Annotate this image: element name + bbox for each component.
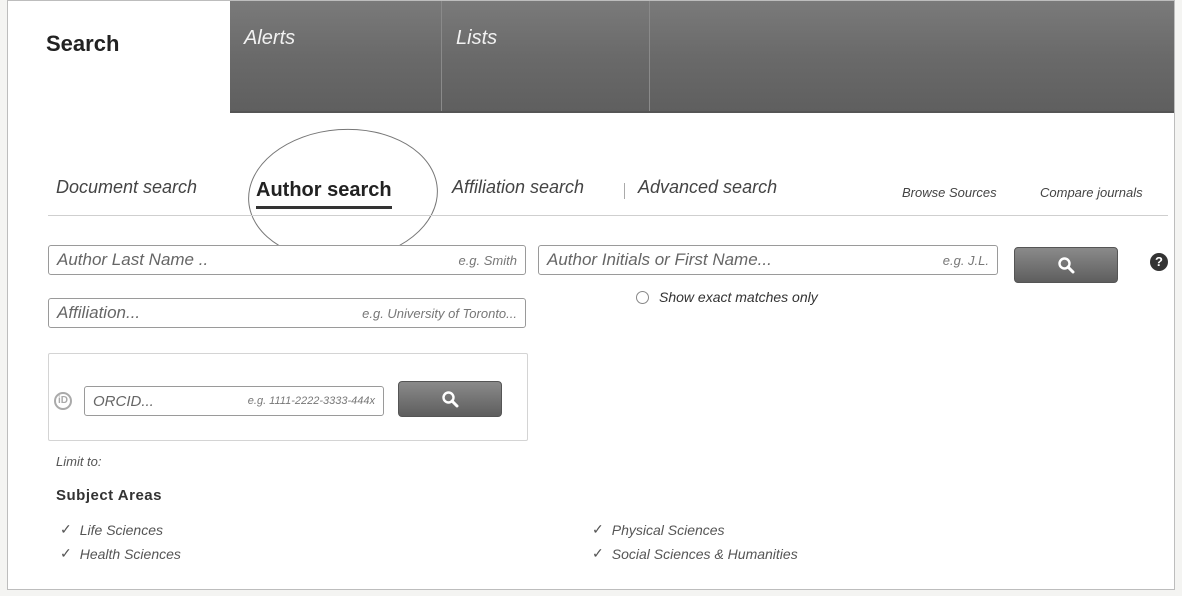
browse-sources-link[interactable]: Browse Sources [902,185,997,200]
compare-journals-link[interactable]: Compare journals [1040,185,1143,200]
subject-physical-sciences[interactable]: ✓ Physical Sciences [592,521,725,538]
last-name-placeholder: Author Last Name .. [57,250,209,269]
divider [48,215,1168,216]
tab-search-label: Search [46,31,120,56]
affiliation-input[interactable]: Affiliation... e.g. University of Toront… [48,298,526,328]
exact-matches-label: Show exact matches only [659,289,818,305]
last-name-example: e.g. Smith [458,252,517,268]
affiliation-example: e.g. University of Toronto... [362,305,517,321]
tab-alerts[interactable]: Alerts [230,1,442,111]
subject-label: Health Sciences [79,545,181,562]
initials-placeholder: Author Initials or First Name... [547,250,772,269]
subject-label: Life Sciences [79,521,164,538]
tab-lists-label: Lists [456,27,498,49]
search-icon [1058,257,1075,274]
orcid-search-button[interactable] [398,381,502,417]
affiliation-placeholder: Affiliation... [57,303,141,322]
orcid-icon: iD [54,392,72,410]
help-glyph: ? [1155,254,1163,269]
exact-matches-option[interactable]: Show exact matches only [636,289,818,305]
advanced-search-link[interactable]: Advanced search [638,177,777,198]
check-icon: ✓ [60,545,72,561]
initials-example: e.g. J.L. [942,252,989,268]
subject-label: Social Sciences & Humanities [611,545,798,562]
tab-alerts-label: Alerts [244,27,296,49]
help-icon[interactable]: ? [1150,253,1168,271]
subject-social-sciences[interactable]: ✓ Social Sciences & Humanities [592,545,798,562]
tab-lists[interactable]: Lists [442,1,650,111]
subject-health-sciences[interactable]: ✓ Health Sciences [60,545,181,562]
author-search-button[interactable] [1014,247,1118,283]
subject-label: Physical Sciences [611,521,725,538]
subject-areas-title: Subject Areas [56,487,162,504]
subject-life-sciences[interactable]: ✓ Life Sciences [60,521,163,538]
limit-to-label: Limit to: [56,454,102,469]
orcid-input[interactable]: ORCID... e.g. 1111-2222-3333-444x [84,386,384,416]
search-panel: Search Alerts Lists Document search Auth… [7,0,1175,590]
orcid-example: e.g. 1111-2222-3333-444x [247,395,375,407]
document-search-link[interactable]: Document search [56,177,197,198]
tab-search[interactable]: Search [8,1,230,113]
search-icon [442,391,459,408]
orcid-placeholder: ORCID... [93,392,154,410]
exact-matches-radio[interactable] [636,290,649,304]
tab-bar: Search Alerts Lists [8,1,1174,113]
author-initials-input[interactable]: Author Initials or First Name... e.g. J.… [538,245,998,275]
affiliation-search-link[interactable]: Affiliation search [452,177,584,198]
check-icon: ✓ [592,545,604,561]
check-icon: ✓ [60,521,72,537]
check-icon: ✓ [592,521,604,537]
nav-separator [624,183,625,199]
author-last-name-input[interactable]: Author Last Name .. e.g. Smith [48,245,526,275]
